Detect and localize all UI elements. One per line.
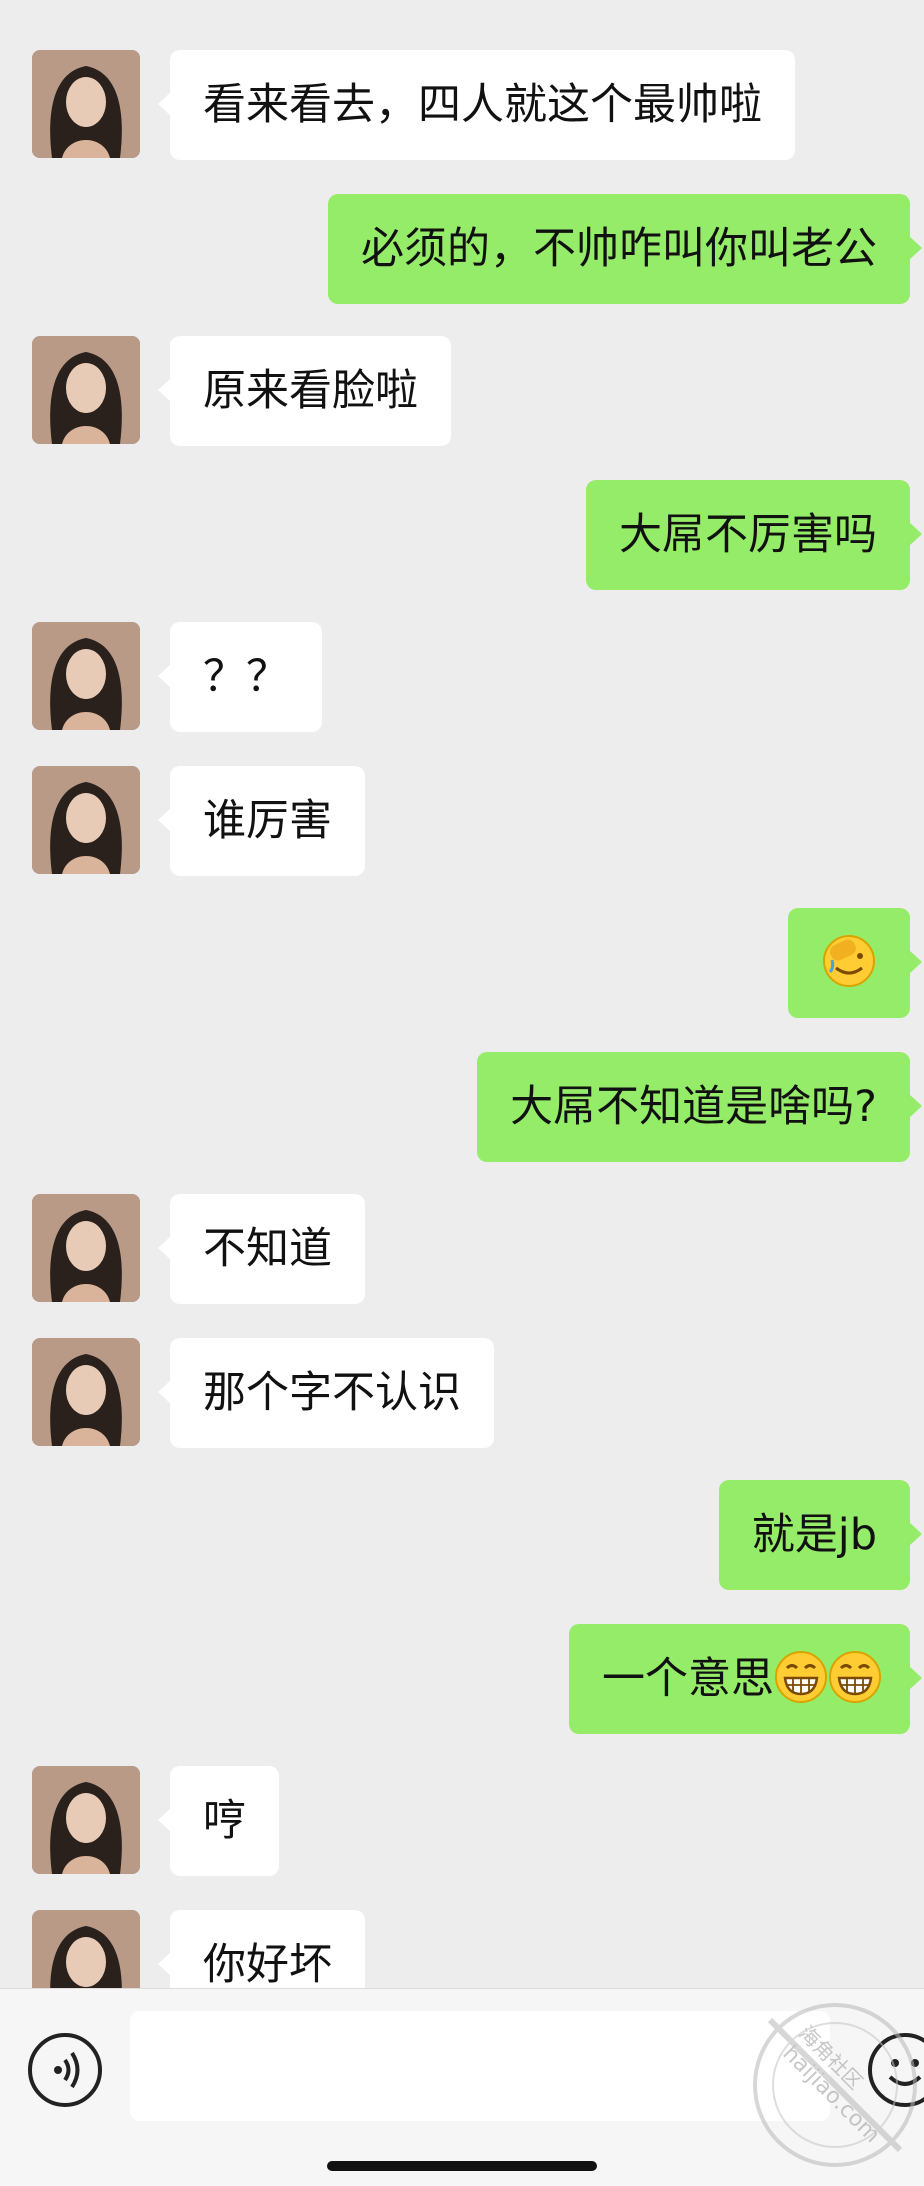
incoming-message[interactable]: 那个字不认识 — [158, 1338, 494, 1448]
outgoing-message[interactable] — [788, 908, 922, 1018]
incoming-message[interactable]: 不知道 — [158, 1194, 365, 1304]
chat-screen: 看来看去，四人就这个最帅啦 必须的，不帅咋叫你叫老公 原来看脸啦 大屌不厉害吗 … — [0, 0, 924, 2186]
grin-emoji-icon — [828, 1650, 882, 1704]
incoming-message[interactable]: ？？ — [158, 622, 322, 732]
incoming-message[interactable]: 哼 — [158, 1766, 279, 1876]
voice-icon[interactable] — [28, 2033, 102, 2107]
outgoing-message[interactable]: 就是jb — [718, 1480, 923, 1590]
contact-avatar[interactable] — [32, 766, 140, 874]
outgoing-message[interactable]: 一个意思 — [569, 1624, 922, 1734]
watermark-logo: 海角社区 haijiao.com — [740, 1990, 924, 2180]
incoming-message[interactable]: 看来看去，四人就这个最帅啦 — [158, 50, 795, 160]
message-input[interactable] — [130, 2011, 830, 2121]
contact-avatar[interactable] — [32, 622, 140, 730]
home-indicator[interactable] — [327, 2161, 597, 2171]
contact-avatar[interactable] — [32, 1766, 140, 1874]
outgoing-message[interactable]: 大屌不知道是啥吗? — [477, 1052, 922, 1162]
message-text: 一个意思 — [602, 1654, 774, 1704]
contact-avatar[interactable] — [32, 336, 140, 444]
contact-avatar[interactable] — [32, 1194, 140, 1302]
outgoing-message[interactable]: 大屌不厉害吗 — [586, 480, 922, 590]
incoming-message[interactable]: 谁厉害 — [158, 766, 365, 876]
facepalm-emoji-icon — [822, 934, 876, 988]
incoming-message[interactable]: 原来看脸啦 — [158, 336, 451, 446]
outgoing-message[interactable]: 必须的，不帅咋叫你叫老公 — [328, 194, 922, 304]
grin-emoji-icon — [774, 1650, 828, 1704]
contact-avatar[interactable] — [32, 1338, 140, 1446]
contact-avatar[interactable] — [32, 50, 140, 158]
